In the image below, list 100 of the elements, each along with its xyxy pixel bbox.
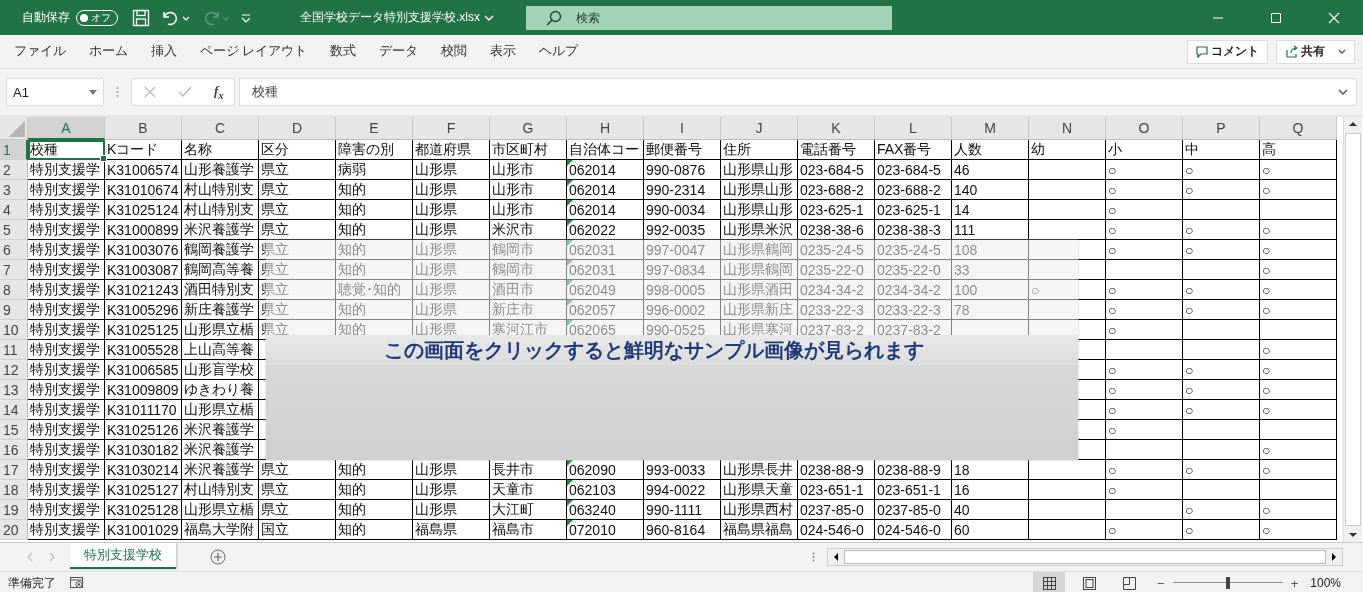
table-cell: 山形県立楯 [182,400,259,420]
table-cell: 県立 [259,300,336,320]
column-header[interactable]: P [1183,117,1260,140]
table-cell: ○ [1106,160,1183,180]
table-cell: K31003076 [105,240,182,260]
row-header[interactable]: 15 [0,420,28,440]
table-cell: 特別支援学 [28,160,105,180]
ribbon-tab[interactable]: 数式 [320,39,367,64]
table-cell: 郵便番号 [644,140,721,160]
column-header[interactable]: C [182,117,259,140]
table-cell: 県立 [259,480,336,500]
ribbon-tab[interactable]: データ [369,39,429,64]
table-cell: 100 [952,280,1029,300]
table-cell: 山形県 [413,260,490,280]
table-cell: 鶴岡養護学 [182,240,259,260]
column-header[interactable]: J [721,117,798,140]
row-header[interactable]: 16 [0,440,28,460]
table-cell: 0238-38-3 [875,220,952,240]
row-header[interactable]: 18 [0,480,28,500]
table-cell[interactable]: 校種 [28,140,105,160]
ribbon-tab[interactable]: ファイル [4,39,76,64]
table-cell: 特別支援学 [28,500,105,520]
row-header[interactable]: 20 [0,520,28,540]
table-cell: K31009809 [105,380,182,400]
table-cell: 県立 [259,180,336,200]
row-header[interactable]: 5 [0,220,28,240]
table-cell: ○ [1260,300,1337,320]
column-header[interactable]: A [28,117,105,140]
insert-function-button[interactable]: f$_{x}$ [214,83,224,101]
file-name[interactable]: 全国学校データ特別支援学校.xlsx [300,9,480,26]
zoom-in-button[interactable]: + [1286,575,1303,591]
table-cell: 山形県 [413,300,490,320]
table-cell: 062049 [567,280,644,300]
table-cell: 997-0834 [644,260,721,280]
row-header[interactable]: 17 [0,460,28,480]
table-cell: 111 [952,220,1029,240]
ribbon-tab[interactable]: 表示 [480,39,527,64]
table-cell: 知的 [336,500,413,520]
column-header[interactable]: M [952,117,1029,140]
table-cell: ○ [1106,200,1183,220]
row-header[interactable]: 19 [0,500,28,520]
row-header[interactable]: 1 [0,140,28,160]
sheet-tab[interactable]: 特別支援学校 [70,543,176,569]
row-header[interactable]: 4 [0,200,28,220]
column-header[interactable]: F [413,117,490,140]
formula-field[interactable]: 校種 [238,78,1357,106]
table-cell: 知的 [336,220,413,240]
table-cell: 特別支援学 [28,420,105,440]
column-header[interactable]: L [875,117,952,140]
search-field[interactable]: 検索 [526,5,892,30]
table-cell: 特別支援学 [28,240,105,260]
column-header[interactable]: K [798,117,875,140]
column-header[interactable]: N [1029,117,1106,140]
table-cell: 山形県 [413,220,490,240]
column-header[interactable]: O [1106,117,1183,140]
row-header[interactable]: 3 [0,180,28,200]
table-cell: 山形盲学校 [182,360,259,380]
table-cell: 山形県立楯 [182,500,259,520]
row-header[interactable]: 11 [0,340,28,360]
share-button[interactable]: 共有 [1276,39,1355,64]
row-header[interactable]: 7 [0,260,28,280]
table-cell: 062057 [567,300,644,320]
row-header[interactable]: 14 [0,400,28,420]
table-cell: 062031 [567,260,644,280]
ribbon-tab[interactable]: ページ レイアウト [190,39,318,64]
row-header[interactable]: 9 [0,300,28,320]
ribbon-tab[interactable]: 挿入 [141,39,187,64]
column-header[interactable]: G [490,117,567,140]
column-header[interactable]: H [567,117,644,140]
row-header[interactable]: 12 [0,360,28,380]
row-header[interactable]: 2 [0,160,28,180]
ribbon-tab[interactable]: ホーム [79,39,138,64]
table-cell: 990-2314 [644,180,721,200]
table-cell: 知的 [336,520,413,540]
table-cell: 鶴岡市 [490,260,567,280]
table-cell: 023-684-5 [875,160,952,180]
table-cell: 病弱 [336,160,413,180]
table-cell: ○ [1260,500,1337,520]
table-cell: 山形県 [413,480,490,500]
ribbon-tab[interactable]: ヘルプ [529,39,589,64]
ribbon-tab[interactable]: 校閲 [431,39,478,64]
table-cell: 33 [952,260,1029,280]
table-cell: 知的 [336,480,413,500]
column-header[interactable]: I [644,117,721,140]
row-header[interactable]: 8 [0,280,28,300]
comment-button[interactable]: コメント [1187,39,1268,64]
column-header[interactable]: E [336,117,413,140]
table-cell: K31006574 [105,160,182,180]
row-header[interactable]: 10 [0,320,28,340]
column-header[interactable]: Q [1260,117,1337,140]
row-header[interactable]: 13 [0,380,28,400]
zoom-level[interactable]: 100% [1310,576,1341,590]
column-header[interactable]: B [105,117,182,140]
table-cell: 46 [952,160,1029,180]
column-header[interactable]: D [259,117,336,140]
table-cell: 78 [952,300,1029,320]
table-cell: 024-546-0 [875,520,952,540]
row-header[interactable]: 6 [0,240,28,260]
name-box[interactable]: A1 [6,78,104,106]
zoom-out-button[interactable]: − [1153,575,1169,591]
